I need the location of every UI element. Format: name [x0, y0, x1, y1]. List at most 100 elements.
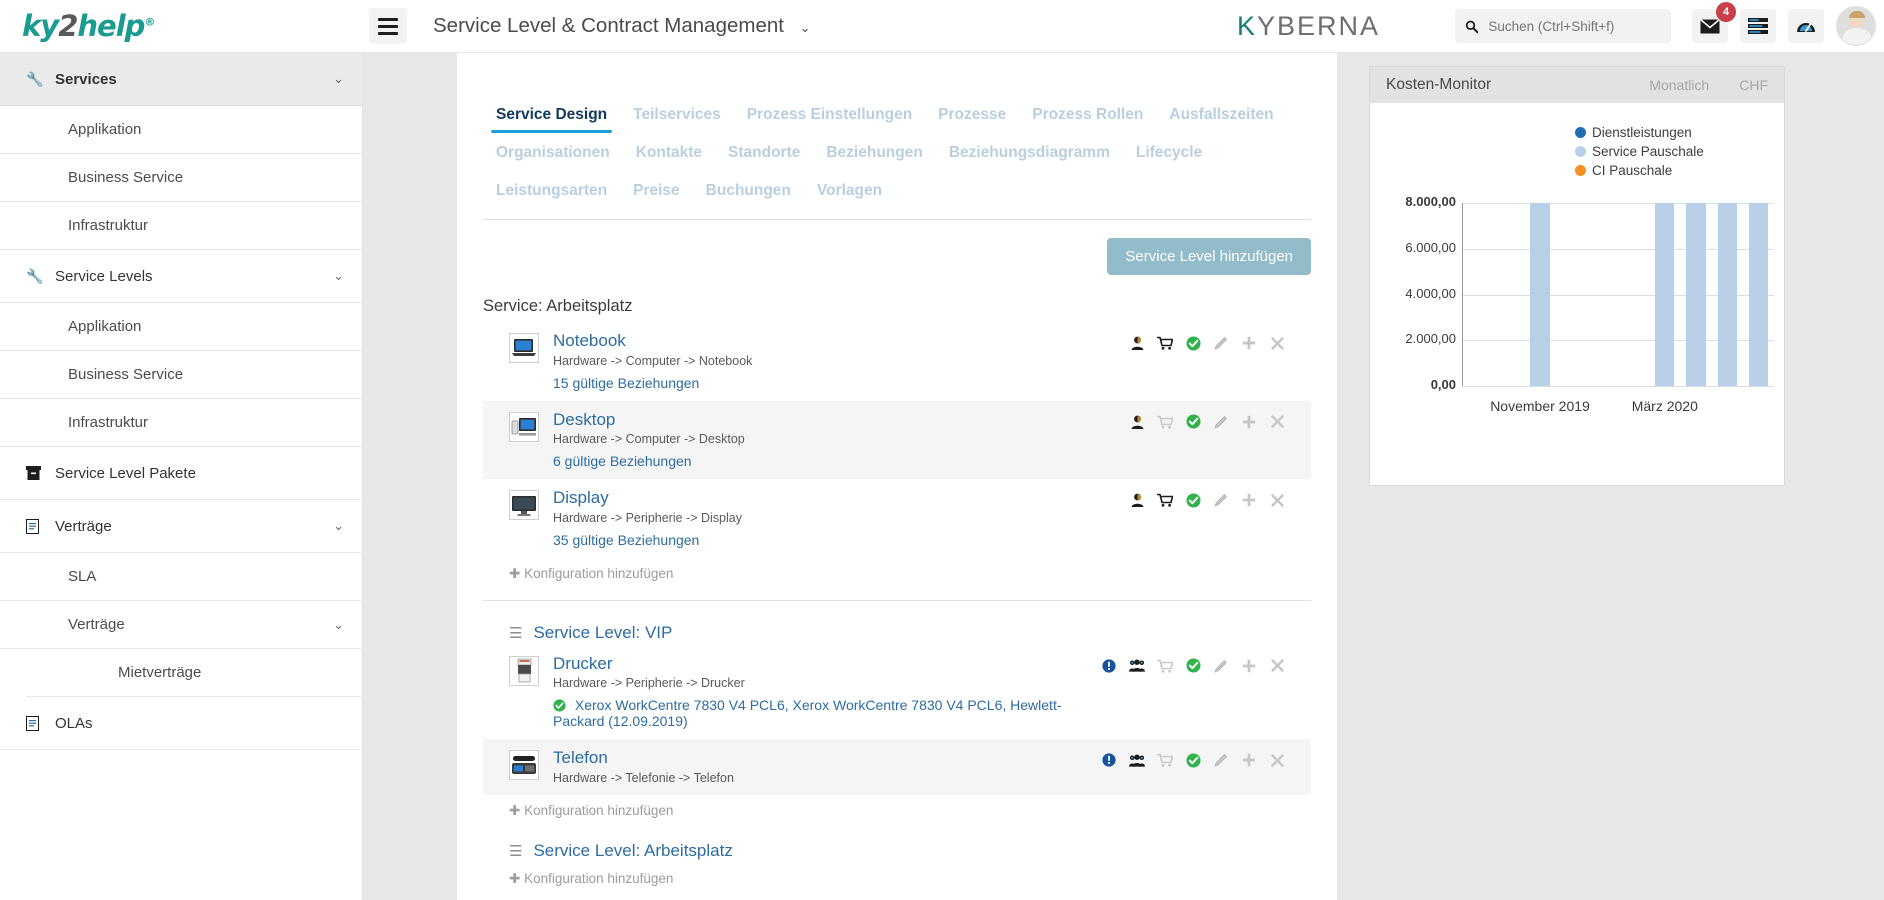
- group-icon[interactable]: [1129, 658, 1145, 674]
- tab-prozesse[interactable]: Prozesse: [925, 101, 1019, 133]
- row-relations-link[interactable]: 6 gültige Beziehungen: [553, 453, 1129, 469]
- search-input[interactable]: [1486, 18, 1661, 35]
- table-row[interactable]: Notebook Hardware -> Computer -> Noteboo…: [483, 322, 1311, 401]
- row-ci-link[interactable]: Xerox WorkCentre 7830 V4 PCL6, Xerox Wor…: [553, 697, 1101, 729]
- tab-organisationen[interactable]: Organisationen: [483, 139, 623, 171]
- row-title[interactable]: Drucker: [553, 654, 1101, 674]
- list-button[interactable]: [1740, 9, 1776, 43]
- close-icon[interactable]: [1269, 335, 1285, 351]
- cart-icon[interactable]: [1157, 492, 1173, 508]
- close-icon[interactable]: [1269, 414, 1285, 430]
- chart-option-currency[interactable]: CHF: [1739, 77, 1768, 93]
- tab-teilservices[interactable]: Teilservices: [620, 101, 734, 133]
- check-circle-icon[interactable]: [1185, 414, 1201, 430]
- cart-icon[interactable]: [1157, 335, 1173, 351]
- close-icon[interactable]: [1269, 658, 1285, 674]
- tab-beziehungsdiagramm[interactable]: Beziehungsdiagramm: [936, 139, 1123, 171]
- drag-handle-icon[interactable]: ☰: [509, 624, 522, 642]
- tab-prozess-einstellungen[interactable]: Prozess Einstellungen: [734, 101, 925, 133]
- user-icon[interactable]: [1129, 414, 1145, 430]
- service-level-header-arbeitsplatz[interactable]: ☰ Service Level: Arbeitsplatz: [483, 819, 1311, 863]
- tab-preise[interactable]: Preise: [620, 177, 693, 209]
- info-icon[interactable]: [1101, 752, 1117, 768]
- sidebar-group-vertraege[interactable]: Verträge ⌄: [0, 500, 362, 553]
- sidebar-item-olas[interactable]: OLAs: [0, 697, 362, 750]
- table-row[interactable]: Telefon Hardware -> Telefonie -> Telefon: [483, 739, 1311, 795]
- row-title[interactable]: Notebook: [553, 331, 1129, 351]
- pencil-icon[interactable]: [1213, 335, 1229, 351]
- chevron-down-icon[interactable]: ⌄: [333, 518, 344, 534]
- chevron-down-icon[interactable]: ⌄: [333, 268, 344, 284]
- add-configuration-link[interactable]: ✚ Konfiguration hinzufügen: [483, 558, 1311, 582]
- sidebar-item-infrastruktur-services[interactable]: Infrastruktur: [0, 202, 362, 250]
- tab-lifecycle[interactable]: Lifecycle: [1123, 139, 1215, 171]
- tab-standorte[interactable]: Standorte: [715, 139, 813, 171]
- tab-vorlagen[interactable]: Vorlagen: [804, 177, 895, 209]
- row-relations-link[interactable]: 15 gültige Beziehungen: [553, 375, 1129, 391]
- group-icon[interactable]: [1129, 752, 1145, 768]
- mail-button[interactable]: 4: [1692, 9, 1728, 43]
- chart-option-period[interactable]: Monatlich: [1649, 77, 1709, 93]
- service-level-header-vip[interactable]: ☰ Service Level: VIP: [483, 601, 1311, 645]
- user-icon[interactable]: [1129, 335, 1145, 351]
- pencil-icon[interactable]: [1213, 752, 1229, 768]
- chart-bar[interactable]: [1530, 203, 1549, 386]
- tab-ausfallszeiten[interactable]: Ausfallszeiten: [1156, 101, 1286, 133]
- info-icon[interactable]: [1101, 658, 1117, 674]
- search-box[interactable]: [1455, 9, 1671, 43]
- plus-icon[interactable]: [1241, 492, 1257, 508]
- plus-icon[interactable]: [1241, 335, 1257, 351]
- tab-kontakte[interactable]: Kontakte: [623, 139, 715, 171]
- table-row[interactable]: Desktop Hardware -> Computer -> Desktop …: [483, 401, 1311, 480]
- close-icon[interactable]: [1269, 752, 1285, 768]
- check-circle-icon[interactable]: [1185, 658, 1201, 674]
- app-logo[interactable]: ky2help®: [0, 0, 363, 53]
- plus-icon[interactable]: [1241, 658, 1257, 674]
- pencil-icon[interactable]: [1213, 492, 1229, 508]
- sidebar-item-mietvertraege[interactable]: Mietverträge: [26, 649, 362, 697]
- sidebar-item-applikation-levels[interactable]: Applikation: [0, 303, 362, 351]
- row-title[interactable]: Desktop: [553, 410, 1129, 430]
- check-circle-icon[interactable]: [1185, 492, 1201, 508]
- sidebar-item-infrastruktur-levels[interactable]: Infrastruktur: [0, 399, 362, 447]
- row-title[interactable]: Display: [553, 488, 1129, 508]
- close-icon[interactable]: [1269, 492, 1285, 508]
- chevron-down-icon[interactable]: ⌄: [333, 617, 344, 633]
- sidebar-item-applikation-services[interactable]: Applikation: [0, 106, 362, 154]
- sidebar-item-service-level-pakete[interactable]: Service Level Pakete: [0, 447, 362, 500]
- pencil-icon[interactable]: [1213, 414, 1229, 430]
- tab-service-design[interactable]: Service Design: [483, 101, 620, 133]
- add-configuration-link[interactable]: ✚ Konfiguration hinzufügen: [483, 795, 1311, 819]
- avatar[interactable]: [1836, 6, 1876, 46]
- chart-bar[interactable]: [1686, 203, 1705, 386]
- chart-bar[interactable]: [1749, 203, 1768, 386]
- check-circle-icon[interactable]: [1185, 752, 1201, 768]
- tab-buchungen[interactable]: Buchungen: [693, 177, 804, 209]
- table-row[interactable]: Drucker Hardware -> Peripherie -> Drucke…: [483, 645, 1311, 740]
- add-service-level-button[interactable]: Service Level hinzufügen: [1107, 238, 1311, 275]
- chevron-down-icon[interactable]: ⌄: [800, 20, 811, 35]
- plus-icon[interactable]: [1241, 414, 1257, 430]
- user-icon[interactable]: [1129, 492, 1145, 508]
- sidebar-item-sla[interactable]: SLA: [0, 553, 362, 601]
- tab-beziehungen[interactable]: Beziehungen: [813, 139, 935, 171]
- table-row[interactable]: Display Hardware -> Peripherie -> Displa…: [483, 479, 1311, 558]
- check-circle-icon[interactable]: [1185, 335, 1201, 351]
- tab-prozess-rollen[interactable]: Prozess Rollen: [1019, 101, 1156, 133]
- drag-handle-icon[interactable]: ☰: [509, 842, 522, 860]
- chart-bar[interactable]: [1718, 203, 1737, 386]
- sidebar-group-service-levels[interactable]: 🔧 Service Levels ⌄: [0, 250, 362, 303]
- hamburger-icon[interactable]: [369, 8, 407, 44]
- plus-icon[interactable]: [1241, 752, 1257, 768]
- service-level-title[interactable]: Service Level: VIP: [533, 623, 672, 643]
- tab-leistungsarten[interactable]: Leistungsarten: [483, 177, 620, 209]
- dashboard-button[interactable]: [1788, 9, 1824, 43]
- service-level-title[interactable]: Service Level: Arbeitsplatz: [533, 841, 732, 861]
- chevron-down-icon[interactable]: ⌄: [333, 71, 344, 87]
- sidebar-item-vertraege-sub[interactable]: Verträge ⌄: [0, 601, 362, 649]
- row-relations-link[interactable]: 35 gültige Beziehungen: [553, 532, 1129, 548]
- row-title[interactable]: Telefon: [553, 748, 1101, 768]
- sidebar-item-business-service-services[interactable]: Business Service: [0, 154, 362, 202]
- sidebar-group-services[interactable]: 🔧 Services ⌄: [0, 53, 362, 106]
- chart-bar[interactable]: [1655, 203, 1674, 386]
